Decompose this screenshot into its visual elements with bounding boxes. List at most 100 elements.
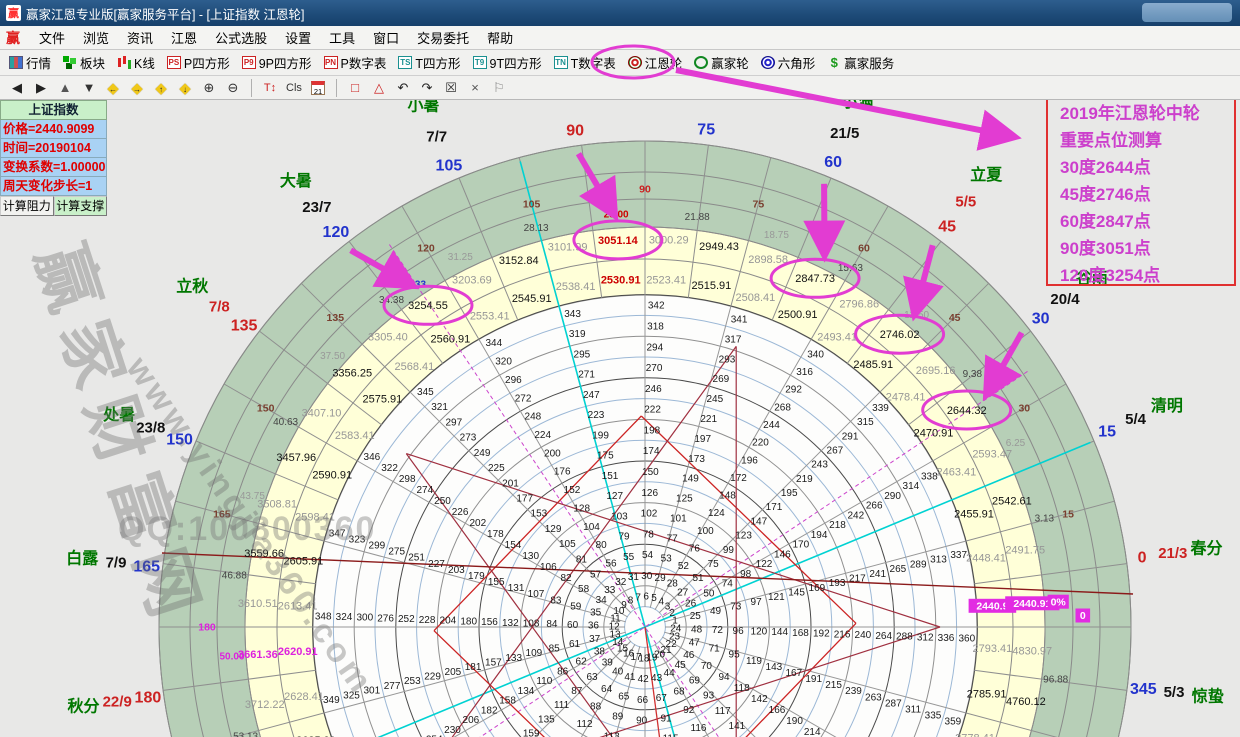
svg-text:225: 225 — [488, 463, 505, 474]
main-toolbar: 行情板块K线PSP四方形P99P四方形PNP数字表TST四方形T99T四方形TN… — [0, 50, 1240, 76]
pan-up-arrow: ↑ — [159, 85, 163, 94]
svg-text:101: 101 — [670, 514, 687, 525]
toolbar-button-sectors[interactable]: 板块 — [58, 51, 112, 74]
tool-pan-down[interactable]: ◆↓ — [174, 78, 196, 98]
tool-nav-forward[interactable]: ▶ — [30, 78, 52, 98]
menu-item-formula-stock-pick[interactable]: 公式选股 — [206, 26, 276, 49]
calc-support-button[interactable]: 计算支撑 — [54, 196, 108, 216]
svg-text:2695.16: 2695.16 — [916, 365, 956, 377]
svg-text:21/5: 21/5 — [830, 125, 859, 142]
tool-rect-tool[interactable]: □ — [344, 78, 366, 98]
menu-item-news[interactable]: 资讯 — [118, 26, 162, 49]
gann-wheel-label: 江恩轮 — [645, 53, 683, 72]
svg-text:48: 48 — [691, 624, 703, 635]
svg-text:197: 197 — [694, 434, 711, 445]
tool-pan-up[interactable]: ◆↑ — [150, 78, 172, 98]
menu-item-file[interactable]: 文件 — [30, 26, 74, 49]
svg-text:263: 263 — [865, 692, 882, 703]
toolbar-button-t-number-table[interactable]: TNT数字表 — [549, 51, 623, 74]
tool-zoom-in[interactable]: ⊕ — [198, 78, 220, 98]
window-controls[interactable] — [1142, 3, 1232, 22]
svg-text:172: 172 — [730, 473, 747, 484]
svg-text:3.13: 3.13 — [1035, 514, 1055, 525]
svg-text:24: 24 — [670, 624, 682, 635]
pan-left-arrow: ← — [109, 85, 117, 94]
9p-square-icon: P9 — [242, 56, 256, 69]
tool-pan-right[interactable]: ◆→ — [126, 78, 148, 98]
toolbar-button-winner-wheel[interactable]: 赢家轮 — [689, 51, 756, 74]
menu-item-help[interactable]: 帮助 — [478, 26, 522, 49]
svg-text:2628.41: 2628.41 — [284, 691, 324, 703]
svg-text:3203.69: 3203.69 — [452, 275, 492, 287]
menu-item-tools[interactable]: 工具 — [320, 26, 364, 49]
svg-text:315: 315 — [857, 417, 874, 428]
svg-text:252: 252 — [398, 614, 415, 625]
svg-text:49: 49 — [710, 606, 722, 617]
hexagon-icon — [761, 56, 775, 69]
tool-zoom-out[interactable]: ⊖ — [222, 78, 244, 98]
svg-text:147: 147 — [750, 516, 767, 527]
tool-calendar[interactable]: 21 — [307, 78, 329, 98]
svg-text:78: 78 — [643, 529, 655, 540]
toolbar-button-9t-square[interactable]: T99T四方形 — [468, 51, 549, 74]
toolbar-button-p-square[interactable]: PSP四方形 — [162, 51, 237, 74]
svg-text:大暑: 大暑 — [280, 171, 312, 190]
svg-text:2508.41: 2508.41 — [736, 292, 776, 304]
svg-text:321: 321 — [431, 402, 448, 413]
svg-text:2583.41: 2583.41 — [335, 430, 375, 442]
svg-text:50.00: 50.00 — [219, 651, 244, 662]
svg-text:227: 227 — [428, 559, 445, 570]
tool-pan-left[interactable]: ◆← — [102, 78, 124, 98]
svg-text:4760.12: 4760.12 — [1006, 696, 1046, 708]
svg-text:2455.91: 2455.91 — [954, 509, 994, 521]
svg-text:196: 196 — [741, 455, 758, 466]
svg-text:149: 149 — [682, 474, 699, 485]
svg-text:29: 29 — [655, 573, 667, 584]
svg-text:107: 107 — [528, 589, 545, 600]
svg-text:191: 191 — [805, 674, 822, 685]
svg-text:117: 117 — [715, 706, 731, 717]
svg-text:221: 221 — [700, 414, 717, 425]
app-logo-icon: 赢 — [6, 28, 20, 48]
calc-resistance-button[interactable]: 计算阻力 — [0, 196, 54, 216]
toolbar-button-gann-wheel[interactable]: 江恩轮 — [623, 51, 690, 74]
tool-triangle-tool[interactable]: △ — [368, 78, 390, 98]
svg-text:152: 152 — [564, 485, 581, 496]
toolbar-button-quotes[interactable]: 行情 — [4, 51, 58, 74]
svg-text:120: 120 — [323, 224, 350, 241]
toolbar-button-kline[interactable]: K线 — [112, 51, 162, 74]
tool-rotate-ccw[interactable]: ↶ — [392, 78, 414, 98]
tool-fit-screen[interactable]: × — [464, 78, 486, 98]
toolbar-button-hexagon[interactable]: 六角形 — [756, 51, 823, 74]
tool-nav-down[interactable]: ▼ — [78, 78, 100, 98]
svg-text:105: 105 — [436, 158, 463, 175]
menu-item-browse[interactable]: 浏览 — [74, 26, 118, 49]
toolbar-button-p-number-table[interactable]: PNP数字表 — [319, 51, 394, 74]
svg-text:2898.58: 2898.58 — [748, 254, 788, 266]
tool-time-axis[interactable]: T↕ — [259, 78, 281, 98]
svg-text:88: 88 — [590, 702, 602, 713]
svg-text:148: 148 — [719, 491, 736, 502]
menu-item-window[interactable]: 窗口 — [364, 26, 408, 49]
toolbar-button-winner-service[interactable]: $赢家服务 — [822, 51, 901, 74]
svg-text:45: 45 — [675, 660, 687, 671]
tool-cls[interactable]: Cls — [283, 78, 305, 98]
menu-item-trade-entrust[interactable]: 交易委托 — [408, 26, 478, 49]
tool-flag-tool[interactable]: ⚐ — [488, 78, 510, 98]
tool-nav-up[interactable]: ▲ — [54, 78, 76, 98]
toolbar-button-t-square[interactable]: TST四方形 — [393, 51, 467, 74]
panel-buttons: 计算阻力计算支撑 — [0, 196, 107, 216]
svg-text:135: 135 — [231, 318, 258, 335]
tool-nav-back[interactable]: ◀ — [6, 78, 28, 98]
svg-text:95: 95 — [729, 650, 741, 661]
menu-item-settings[interactable]: 设置 — [276, 26, 320, 49]
tool-rotate-cw[interactable]: ↷ — [416, 78, 438, 98]
tool-delete-box[interactable]: ☒ — [440, 78, 462, 98]
toolbar-button-9p-square[interactable]: P99P四方形 — [237, 51, 319, 74]
svg-text:248: 248 — [525, 412, 542, 423]
note-line-4: 45度2746点 — [1060, 181, 1234, 208]
svg-text:92: 92 — [683, 705, 695, 716]
svg-text:312: 312 — [917, 632, 934, 643]
p-square-icon: PS — [167, 56, 181, 69]
menu-item-gann[interactable]: 江恩 — [162, 26, 206, 49]
